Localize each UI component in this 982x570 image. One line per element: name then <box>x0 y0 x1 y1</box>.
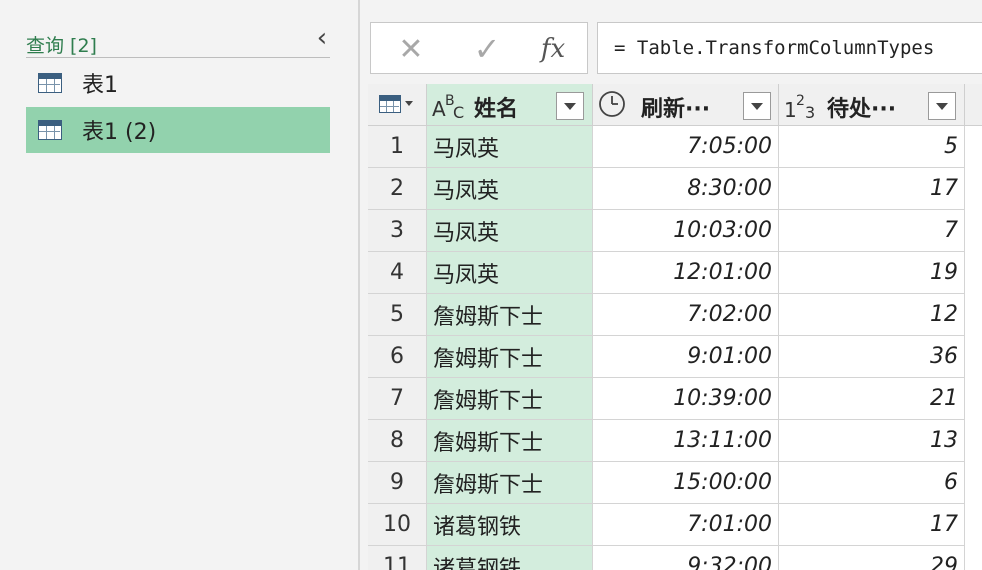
name-cell[interactable]: 马凤英 <box>427 210 593 252</box>
column-title: 待处··· <box>827 97 897 122</box>
refresh-time-cell[interactable]: 8:30:00 <box>593 168 779 210</box>
row-index: 7 <box>368 378 427 420</box>
queries-header: 查询 [2] ‹ <box>26 23 330 58</box>
table-row[interactable]: 1 马凤英 7:05:00 5 <box>368 126 982 168</box>
row-index: 1 <box>368 126 427 168</box>
pending-count-cell[interactable]: 12 <box>779 294 965 336</box>
table-row[interactable]: 8 詹姆斯下士 13:11:00 13 <box>368 420 982 462</box>
row-index: 5 <box>368 294 427 336</box>
table-icon <box>379 95 401 113</box>
refresh-time-cell[interactable]: 7:05:00 <box>593 126 779 168</box>
pending-count-cell[interactable]: 17 <box>779 504 965 546</box>
row-index: 6 <box>368 336 427 378</box>
column-filter-dropdown[interactable] <box>743 92 771 120</box>
column-header-name[interactable]: A B C 姓名 <box>427 84 593 126</box>
svg-text:A: A <box>432 97 446 121</box>
row-index: 8 <box>368 420 427 462</box>
name-cell[interactable]: 诸葛钢铁 <box>427 504 593 546</box>
name-cell[interactable]: 马凤英 <box>427 252 593 294</box>
name-cell[interactable]: 詹姆斯下士 <box>427 462 593 504</box>
collapse-pane-button[interactable]: ‹ <box>308 23 336 53</box>
table-row[interactable]: 11 诸葛钢铁 9:32:00 29 <box>368 546 982 570</box>
name-cell[interactable]: 詹姆斯下士 <box>427 378 593 420</box>
pending-count-cell[interactable]: 36 <box>779 336 965 378</box>
refresh-time-cell[interactable]: 9:01:00 <box>593 336 779 378</box>
formula-actions: ✕ ✓ fx <box>370 22 588 74</box>
pane-divider[interactable] <box>358 0 360 570</box>
column-filter-dropdown[interactable] <box>928 92 956 120</box>
queries-pane: 查询 [2] ‹ 表1 表1 (2) <box>0 0 358 570</box>
table-row[interactable]: 9 詹姆斯下士 15:00:00 6 <box>368 462 982 504</box>
column-title: 姓名 <box>474 97 519 122</box>
table-row[interactable]: 6 詹姆斯下士 9:01:00 36 <box>368 336 982 378</box>
table-icon <box>38 73 62 93</box>
table-row[interactable]: 10 诸葛钢铁 7:01:00 17 <box>368 504 982 546</box>
column-header-pending[interactable]: 1 2 3 待处··· <box>779 84 965 126</box>
column-filter-dropdown[interactable] <box>556 92 584 120</box>
table-row[interactable]: 5 詹姆斯下士 7:02:00 12 <box>368 294 982 336</box>
refresh-time-cell[interactable]: 9:32:00 <box>593 546 779 570</box>
table-row[interactable]: 3 马凤英 10:03:00 7 <box>368 210 982 252</box>
query-item-label: 表1 <box>82 73 118 98</box>
svg-text:C: C <box>453 103 464 122</box>
table-row[interactable]: 2 马凤英 8:30:00 17 <box>368 168 982 210</box>
pending-count-cell[interactable]: 5 <box>779 126 965 168</box>
pending-count-cell[interactable]: 6 <box>779 462 965 504</box>
svg-text:3: 3 <box>805 103 815 122</box>
table-row[interactable]: 4 马凤英 12:01:00 19 <box>368 252 982 294</box>
name-cell[interactable]: 詹姆斯下士 <box>427 420 593 462</box>
name-cell[interactable]: 马凤英 <box>427 126 593 168</box>
cancel-icon[interactable]: ✕ <box>391 29 431 69</box>
queries-title: 查询 [2] <box>26 35 97 57</box>
pending-count-cell[interactable]: 19 <box>779 252 965 294</box>
query-item-label: 表1 (2) <box>82 120 157 145</box>
row-index: 9 <box>368 462 427 504</box>
column-title: 刷新··· <box>641 97 711 122</box>
name-cell[interactable]: 马凤英 <box>427 168 593 210</box>
pending-count-cell[interactable]: 7 <box>779 210 965 252</box>
refresh-time-cell[interactable]: 10:03:00 <box>593 210 779 252</box>
header-filler <box>965 84 982 126</box>
formula-text: = Table.TransformColumnTypes <box>614 37 935 59</box>
table-menu-button[interactable] <box>368 84 427 126</box>
pending-count-cell[interactable]: 21 <box>779 378 965 420</box>
table-row[interactable]: 7 詹姆斯下士 10:39:00 21 <box>368 378 982 420</box>
column-header-refresh[interactable]: 刷新··· <box>593 84 779 126</box>
pending-count-cell[interactable]: 29 <box>779 546 965 570</box>
refresh-time-cell[interactable]: 7:02:00 <box>593 294 779 336</box>
number-type-icon: 1 2 3 <box>783 90 819 127</box>
text-type-icon: A B C <box>431 90 467 127</box>
svg-text:1: 1 <box>784 98 797 122</box>
refresh-time-cell[interactable]: 15:00:00 <box>593 462 779 504</box>
fx-button[interactable]: fx <box>533 29 573 69</box>
commit-icon[interactable]: ✓ <box>467 29 507 69</box>
pending-count-cell[interactable]: 13 <box>779 420 965 462</box>
row-index: 11 <box>368 546 427 570</box>
row-index: 3 <box>368 210 427 252</box>
data-grid: A B C 姓名 刷新··· 1 2 3 待处··· 1 马凤英 7:05:00… <box>368 84 982 570</box>
name-cell[interactable]: 詹姆斯下士 <box>427 336 593 378</box>
query-item-1[interactable]: 表1 <box>26 60 330 106</box>
svg-text:2: 2 <box>796 93 805 109</box>
refresh-time-cell[interactable]: 10:39:00 <box>593 378 779 420</box>
chevron-down-icon <box>405 101 413 106</box>
query-item-2[interactable]: 表1 (2) <box>26 107 330 153</box>
row-index: 4 <box>368 252 427 294</box>
row-index: 2 <box>368 168 427 210</box>
refresh-time-cell[interactable]: 13:11:00 <box>593 420 779 462</box>
row-index: 10 <box>368 504 427 546</box>
refresh-time-cell[interactable]: 12:01:00 <box>593 252 779 294</box>
table-icon <box>38 120 62 140</box>
formula-input[interactable]: = Table.TransformColumnTypes <box>597 22 982 74</box>
refresh-time-cell[interactable]: 7:01:00 <box>593 504 779 546</box>
pending-count-cell[interactable]: 17 <box>779 168 965 210</box>
clock-icon <box>597 89 627 124</box>
name-cell[interactable]: 詹姆斯下士 <box>427 294 593 336</box>
name-cell[interactable]: 诸葛钢铁 <box>427 546 593 570</box>
